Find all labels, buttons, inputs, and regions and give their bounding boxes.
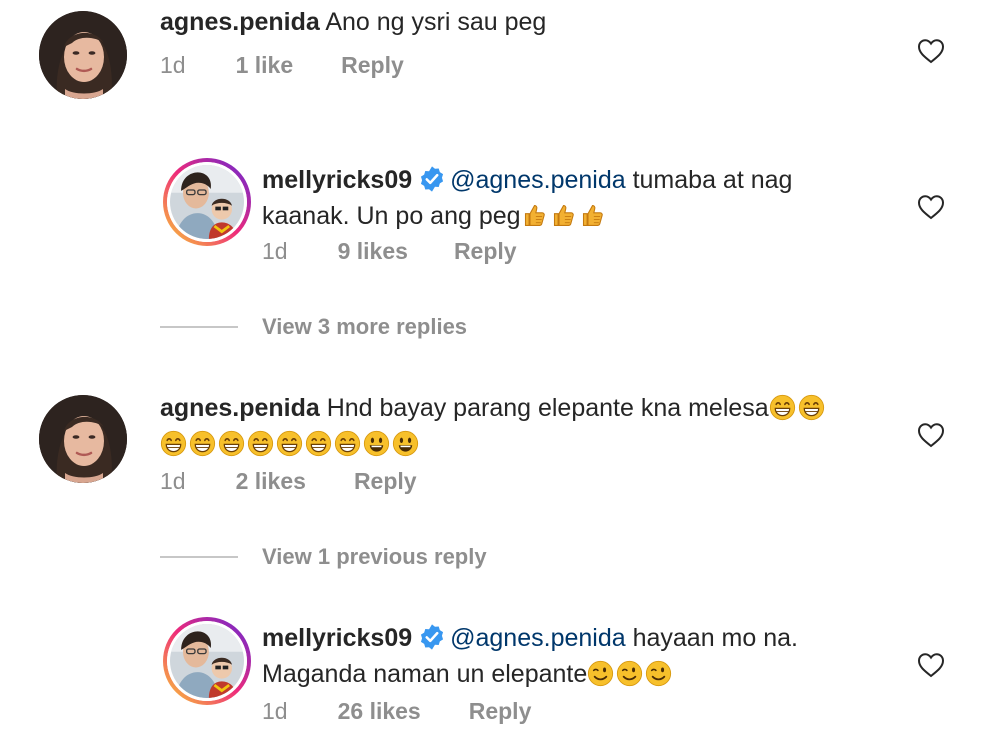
comment-text: Ano ng ysri sau peg bbox=[325, 8, 547, 36]
comment-body: agnes.penida Hnd bayay parang elepante k… bbox=[160, 390, 880, 462]
heart-outline-icon[interactable] bbox=[916, 650, 946, 680]
comment-meta: 1d 26 likes Reply bbox=[262, 698, 531, 725]
heart-outline-icon[interactable] bbox=[916, 420, 946, 450]
likes-count[interactable]: 2 likes bbox=[236, 468, 306, 495]
comment-time: 1d bbox=[160, 52, 186, 78]
comment-text-line2: Maganda naman un elepante bbox=[262, 660, 588, 688]
divider-line bbox=[160, 326, 238, 328]
likes-count[interactable]: 26 likes bbox=[338, 698, 421, 725]
comment-text: tumaba at nag bbox=[625, 166, 793, 194]
comment-body: agnes.penida Ano ng ysri sau peg bbox=[160, 4, 546, 40]
view-more-label: View 3 more replies bbox=[262, 314, 468, 339]
avatar[interactable] bbox=[163, 158, 251, 246]
thumbs-up-emoji bbox=[550, 202, 577, 229]
smiley-emoji bbox=[363, 430, 390, 457]
view-more-replies[interactable]: View 3 more replies bbox=[160, 314, 467, 340]
profile-photo bbox=[39, 11, 127, 99]
comment-time: 1d bbox=[160, 468, 186, 494]
winking-emoji bbox=[645, 660, 672, 687]
comment-time: 1d bbox=[262, 238, 288, 264]
reply-button[interactable]: Reply bbox=[341, 52, 404, 79]
winking-emoji bbox=[587, 660, 614, 687]
reply-button[interactable]: Reply bbox=[469, 698, 532, 725]
reply-button[interactable]: Reply bbox=[354, 468, 417, 495]
mention-link[interactable]: @agnes.penida bbox=[450, 624, 626, 652]
grinning-emoji bbox=[798, 394, 825, 421]
grinning-emoji bbox=[305, 430, 332, 457]
comment-body: mellyricks09 @agnes.penida hayaan mo na. … bbox=[262, 620, 882, 692]
comment-username[interactable]: mellyricks09 bbox=[262, 166, 412, 194]
comment-username[interactable]: agnes.penida bbox=[160, 8, 320, 36]
grinning-emoji bbox=[160, 430, 187, 457]
grinning-emoji bbox=[189, 430, 216, 457]
mention-link[interactable]: @agnes.penida bbox=[450, 166, 626, 194]
view-previous-label: View 1 previous reply bbox=[262, 544, 487, 569]
comment-text: hayaan mo na. bbox=[625, 624, 798, 652]
comment-username[interactable]: mellyricks09 bbox=[262, 624, 412, 652]
divider-line bbox=[160, 556, 238, 558]
avatar[interactable] bbox=[39, 395, 127, 483]
comment-meta: 1d 2 likes Reply bbox=[160, 468, 417, 495]
avatar[interactable] bbox=[163, 617, 251, 705]
smiley-emoji bbox=[392, 430, 419, 457]
comment-username[interactable]: agnes.penida bbox=[160, 394, 320, 422]
grinning-emoji bbox=[769, 394, 796, 421]
avatar[interactable] bbox=[39, 11, 127, 99]
thumbs-up-emoji bbox=[521, 202, 548, 229]
likes-count[interactable]: 1 like bbox=[236, 52, 294, 79]
profile-photo bbox=[167, 162, 247, 242]
verified-badge-icon bbox=[418, 623, 446, 651]
reply-button[interactable]: Reply bbox=[454, 238, 517, 265]
comment-text: Hnd bayay parang elepante kna melesa bbox=[326, 394, 769, 422]
comment-time: 1d bbox=[262, 698, 288, 724]
profile-photo bbox=[167, 621, 247, 701]
comment-body: mellyricks09 @agnes.penida tumaba at nag … bbox=[262, 162, 882, 234]
grinning-emoji bbox=[218, 430, 245, 457]
profile-photo bbox=[39, 395, 127, 483]
grinning-emoji bbox=[247, 430, 274, 457]
heart-outline-icon[interactable] bbox=[916, 36, 946, 66]
comment-text-line2: kaanak. Un po ang peg bbox=[262, 202, 521, 230]
heart-outline-icon[interactable] bbox=[916, 192, 946, 222]
winking-emoji bbox=[616, 660, 643, 687]
thumbs-up-emoji bbox=[579, 202, 606, 229]
comment-meta: 1d 9 likes Reply bbox=[262, 238, 517, 265]
grinning-emoji bbox=[334, 430, 361, 457]
view-previous-reply[interactable]: View 1 previous reply bbox=[160, 544, 487, 570]
verified-badge-icon bbox=[418, 165, 446, 193]
grinning-emoji bbox=[276, 430, 303, 457]
comment-meta: 1d 1 like Reply bbox=[160, 52, 404, 79]
likes-count[interactable]: 9 likes bbox=[338, 238, 408, 265]
